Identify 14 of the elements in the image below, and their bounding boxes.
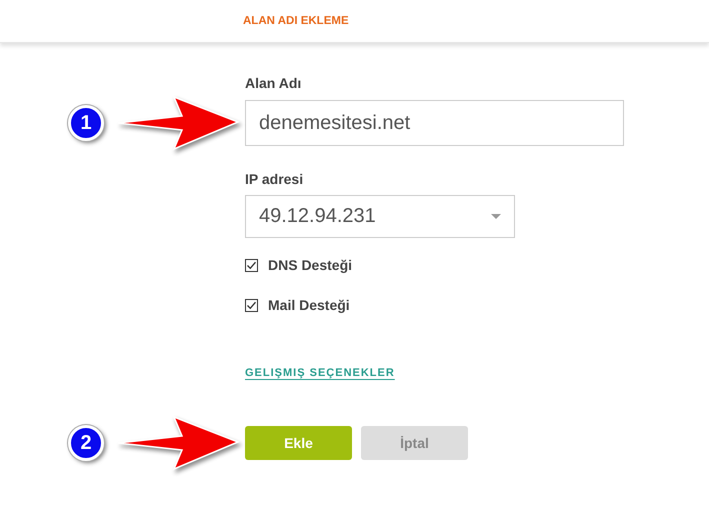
callout-badge: 1	[68, 105, 104, 141]
callout-badge: 2	[68, 425, 104, 461]
advanced-options-link[interactable]: GELIŞMIŞ SEÇENEKLER	[245, 367, 395, 379]
checkbox[interactable]	[245, 298, 258, 312]
add-button[interactable]: Ekle	[245, 426, 352, 460]
select-field[interactable]: 49.12.94.231	[245, 195, 515, 238]
field-label: IP adresi	[245, 171, 304, 187]
input-field[interactable]: denemesitesi.net	[245, 100, 624, 146]
checkbox[interactable]	[245, 258, 258, 272]
checkbox-label: Mail Desteği	[268, 297, 350, 313]
field-label: Alan Adı	[245, 75, 302, 91]
checkbox-label: DNS Desteği	[268, 257, 352, 273]
page-title: ALAN ADI EKLEME	[243, 15, 349, 27]
cancel-button[interactable]: İptal	[361, 426, 468, 460]
